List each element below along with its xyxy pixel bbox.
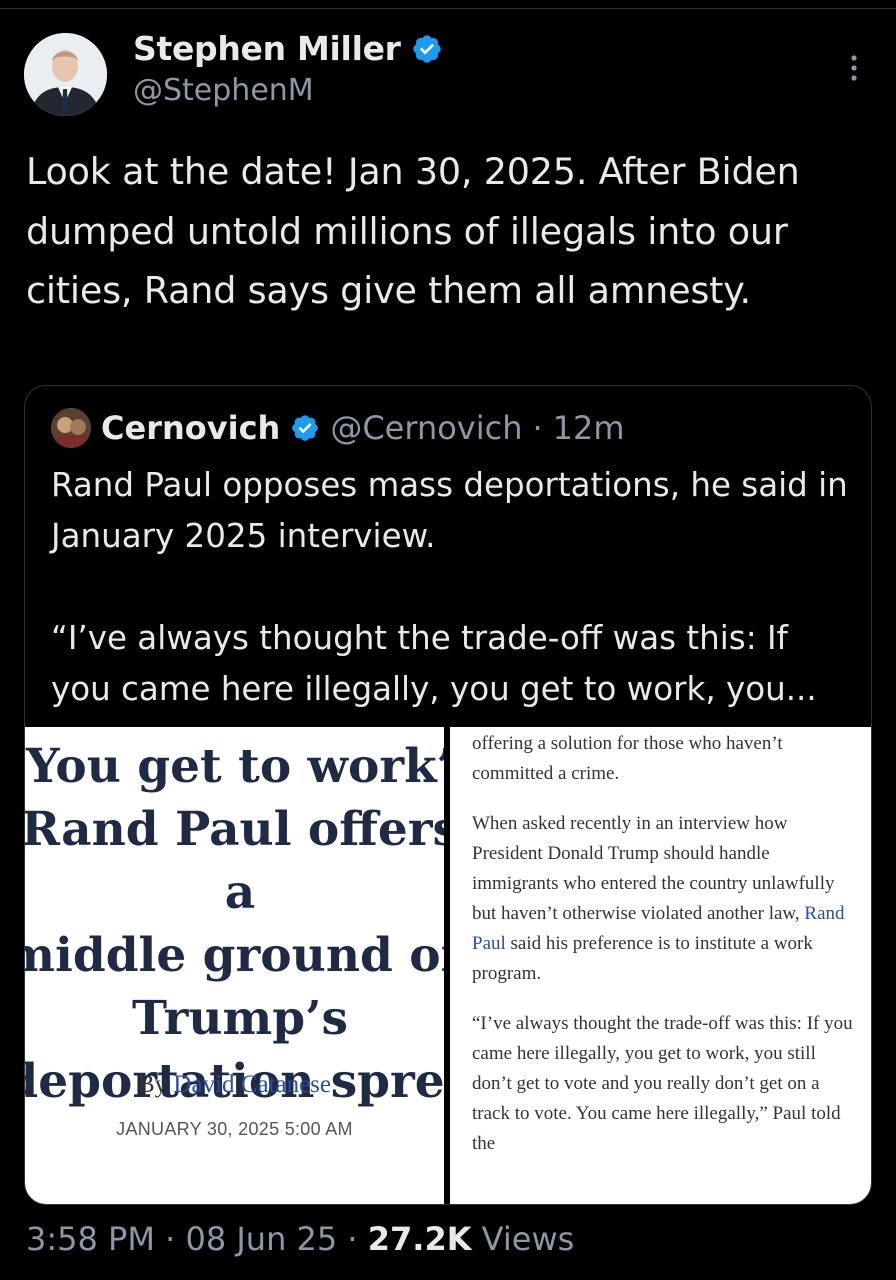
- top-divider: [0, 8, 896, 9]
- quoted-media[interactable]: ‘You get to work’: Rand Paul offers a mi…: [25, 727, 871, 1204]
- quoted-tweet-header: Cernovich @Cernovich · 12m: [51, 408, 625, 448]
- article-paragraph: When asked recently in an interview how …: [472, 809, 856, 989]
- article-body: offering a solution for those who haven’…: [472, 727, 856, 1179]
- byline-by: By: [137, 1071, 168, 1098]
- article-paragraph: “I’ve always thought the trade-off was t…: [472, 1013, 853, 1154]
- separator-dot: ·: [347, 1220, 358, 1258]
- quoted-author-name[interactable]: Cernovich: [101, 409, 280, 447]
- verified-badge-icon: [292, 415, 319, 441]
- tweet-date[interactable]: 08 Jun 25: [185, 1220, 337, 1258]
- author-name-row[interactable]: Stephen Miller: [133, 29, 443, 68]
- article-date: JANUARY 30, 2025 5:00 AM: [116, 1119, 353, 1139]
- headline-line: middle ground on: [25, 928, 444, 983]
- quoted-timestamp[interactable]: 12m: [553, 409, 625, 447]
- more-options-icon[interactable]: [838, 52, 870, 84]
- quoted-tweet-text: Rand Paul opposes mass deportations, he …: [51, 460, 851, 715]
- headline-line: Rand Paul offers a: [25, 802, 444, 920]
- quoted-text-para-1: Rand Paul opposes mass deportations, he …: [51, 466, 848, 555]
- article-byline: By David Catanese: [25, 1071, 444, 1099]
- tweet-text: Look at the date! Jan 30, 2025. After Bi…: [26, 150, 800, 312]
- quoted-text-para-2: “I’ve always thought the trade-off was t…: [51, 619, 817, 708]
- profile-avatar[interactable]: [24, 33, 107, 116]
- article-text: said his preference is to institute a wo…: [472, 933, 813, 984]
- author-name[interactable]: Stephen Miller: [133, 29, 401, 68]
- headline-line: ‘You get to work’:: [25, 739, 444, 794]
- tweet-time[interactable]: 3:58 PM: [26, 1220, 155, 1258]
- article-headline: ‘You get to work’: Rand Paul offers a mi…: [25, 735, 444, 1113]
- tweet-meta: 3:58 PM · 08 Jun 25 · 27.2K Views: [26, 1220, 574, 1258]
- author-handle[interactable]: @StephenM: [133, 73, 314, 108]
- separator-dot: ·: [532, 409, 543, 447]
- views-count: 27.2K: [367, 1220, 472, 1258]
- quoted-author-avatar[interactable]: [51, 408, 91, 448]
- verified-badge-icon: [412, 34, 441, 63]
- quoted-tweet-card[interactable]: Cernovich @Cernovich · 12m Rand Paul opp…: [24, 385, 872, 1205]
- quoted-author-handle[interactable]: @Cernovich: [330, 409, 522, 447]
- headline-line: Trump’s: [132, 991, 348, 1046]
- separator-dot: ·: [165, 1220, 176, 1258]
- article-text: When asked recently in an interview how …: [472, 813, 835, 924]
- byline-author: David Catanese: [173, 1071, 332, 1098]
- article-image-left[interactable]: ‘You get to work’: Rand Paul offers a mi…: [25, 727, 444, 1204]
- article-paragraph: offering a solution for those who haven’…: [472, 733, 783, 784]
- views-label: Views: [481, 1220, 575, 1258]
- article-image-right[interactable]: offering a solution for those who haven’…: [450, 727, 871, 1204]
